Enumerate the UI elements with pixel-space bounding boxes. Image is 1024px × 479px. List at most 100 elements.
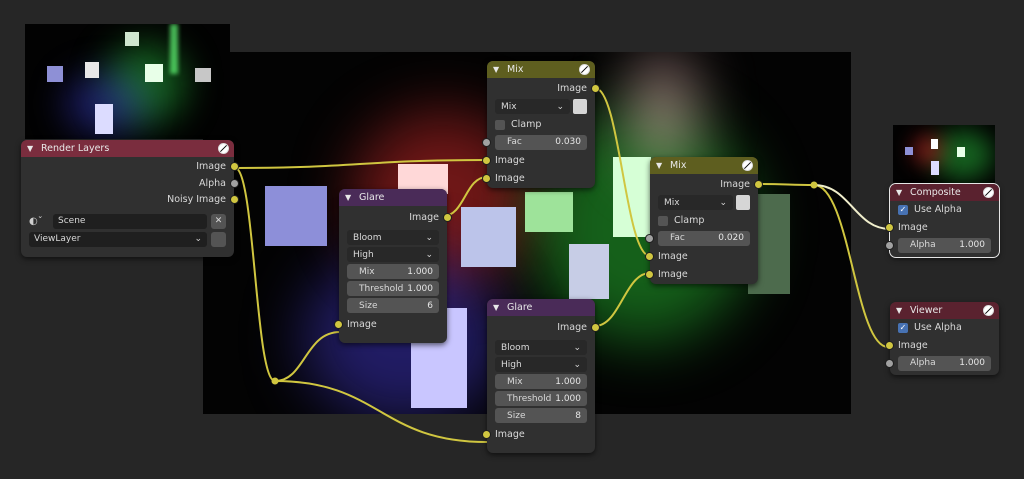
node-header[interactable]: ▼ Mix xyxy=(487,61,595,78)
output-socket[interactable] xyxy=(230,179,239,188)
field-value: 1.000 xyxy=(959,240,985,250)
socket-label: Image xyxy=(658,268,688,280)
input-socket[interactable] xyxy=(645,234,654,243)
input-socket[interactable] xyxy=(482,174,491,183)
output-socket[interactable] xyxy=(591,323,600,332)
chevron-down-icon[interactable]: ▼ xyxy=(345,193,355,202)
alpha-field[interactable]: Alpha 1.000 xyxy=(898,355,991,371)
node-title: Glare xyxy=(359,192,385,203)
chevron-down-icon: ⌄ xyxy=(573,342,581,353)
field-label: Size xyxy=(507,410,526,421)
render-layers-node[interactable]: ▼ Render Layers Image Alpha Noisy Image … xyxy=(21,140,239,257)
clamp-checkbox[interactable]: Clamp xyxy=(650,212,758,229)
size-field[interactable]: Size 8 xyxy=(495,408,587,423)
render-icon[interactable] xyxy=(983,187,994,198)
quality-dropdown[interactable]: High ⌄ xyxy=(495,357,587,372)
output-socket[interactable] xyxy=(754,180,763,189)
output-socket-row: Image xyxy=(487,318,600,336)
checkbox-checked[interactable]: ✓ xyxy=(898,204,908,215)
fac-field[interactable]: Fac 0.030 xyxy=(495,134,587,150)
output-socket[interactable] xyxy=(230,195,239,204)
dropdown-label: Bloom xyxy=(353,232,382,243)
threshold-field[interactable]: Threshold 1.000 xyxy=(347,281,439,296)
link xyxy=(234,167,276,382)
input-socket[interactable] xyxy=(482,156,491,165)
mix-node-1[interactable]: ▼ Mix Image Mix ⌄ Clamp Fac 0.030 Image Im… xyxy=(482,61,600,188)
socket-label: Image xyxy=(720,178,750,190)
input-socket[interactable] xyxy=(885,223,894,232)
use-alpha-checkbox[interactable]: ✓ Use Alpha xyxy=(890,319,999,336)
checkbox[interactable] xyxy=(495,119,505,130)
input-socket-row: Image xyxy=(645,247,758,265)
alpha-field[interactable]: Alpha 1.000 xyxy=(898,237,991,253)
render-icon[interactable] xyxy=(983,305,994,316)
chevron-down-icon[interactable]: ▼ xyxy=(896,188,906,197)
checkbox-checked[interactable]: ✓ xyxy=(898,322,908,333)
mix-field[interactable]: Mix 1.000 xyxy=(347,264,439,279)
chevron-down-icon[interactable]: ▼ xyxy=(493,65,503,74)
fac-field[interactable]: Fac 0.020 xyxy=(658,230,750,246)
mix-field[interactable]: Mix 1.000 xyxy=(495,374,587,389)
checkbox[interactable] xyxy=(658,215,668,226)
socket-label: Image xyxy=(495,428,525,440)
node-header[interactable]: ▼ Glare xyxy=(487,299,595,316)
output-socket[interactable] xyxy=(443,213,452,222)
socket-label: Image xyxy=(557,321,587,333)
input-socket[interactable] xyxy=(885,241,894,250)
chevron-down-icon[interactable]: ▼ xyxy=(27,144,37,153)
composite-node[interactable]: ▼ Composite ✓ Use Alpha Image Alpha 1.000 xyxy=(885,183,1000,258)
input-socket[interactable] xyxy=(482,138,491,147)
glare-type-dropdown[interactable]: Bloom ⌄ xyxy=(347,230,439,245)
output-socket-row: Image xyxy=(21,157,239,175)
mix-node-2[interactable]: ▼ Mix Image Mix ⌄ Clamp Fac 0.020 Image Im… xyxy=(645,157,763,284)
node-header[interactable]: ▼ Glare xyxy=(339,189,447,206)
chevron-down-icon[interactable]: ▼ xyxy=(656,161,666,170)
output-socket[interactable] xyxy=(230,162,239,171)
chevron-down-icon[interactable]: ▼ xyxy=(896,306,906,315)
node-header[interactable]: ▼ Viewer xyxy=(890,302,999,319)
blend-mode-dropdown[interactable]: Mix ⌄ xyxy=(495,99,570,114)
input-socket[interactable] xyxy=(885,341,894,350)
render-icon[interactable] xyxy=(218,143,229,154)
clamp-checkbox[interactable]: Clamp xyxy=(487,116,595,133)
input-socket[interactable] xyxy=(645,270,654,279)
input-socket[interactable] xyxy=(482,430,491,439)
quality-dropdown[interactable]: High ⌄ xyxy=(347,247,439,262)
socket-label: Image xyxy=(347,318,377,330)
blend-mode-dropdown[interactable]: Mix ⌄ xyxy=(658,195,733,210)
node-title: Viewer xyxy=(910,305,943,316)
render-icon[interactable] xyxy=(742,160,753,171)
alpha-toggle-icon[interactable] xyxy=(736,195,750,210)
dropdown-label: High xyxy=(353,249,374,260)
close-icon[interactable]: ✕ xyxy=(211,213,226,229)
socket-label: Image xyxy=(495,154,525,166)
input-socket[interactable] xyxy=(885,359,894,368)
threshold-field[interactable]: Threshold 1.000 xyxy=(495,391,587,406)
node-header[interactable]: ▼ Render Layers xyxy=(21,140,234,157)
glare-type-dropdown[interactable]: Bloom ⌄ xyxy=(495,340,587,355)
node-header[interactable]: ▼ Composite xyxy=(890,184,999,201)
output-socket[interactable] xyxy=(591,84,600,93)
node-header[interactable]: ▼ Mix xyxy=(650,157,758,174)
view-layer-icon[interactable] xyxy=(211,231,226,247)
input-socket[interactable] xyxy=(645,252,654,261)
glare-node-1[interactable]: ▼ Glare Image Bloom ⌄ High ⌄ Mix 1.000 Thre… xyxy=(334,189,452,343)
viewer-node[interactable]: ▼ Viewer ✓ Use Alpha Image Alpha 1.000 xyxy=(885,302,999,375)
size-field[interactable]: Size 6 xyxy=(347,298,439,313)
scene-field[interactable]: Scene xyxy=(53,213,207,229)
dropdown-label: Mix xyxy=(664,197,680,208)
use-alpha-checkbox[interactable]: ✓ Use Alpha xyxy=(890,201,999,218)
input-socket[interactable] xyxy=(334,320,343,329)
output-socket-row: Alpha xyxy=(21,175,239,191)
render-icon[interactable] xyxy=(579,64,590,75)
dropdown-label: Mix xyxy=(501,101,517,112)
glare-node-2[interactable]: ▼ Glare Image Bloom ⌄ High ⌄ Mix 1.000 Thre… xyxy=(482,299,600,453)
link xyxy=(813,184,889,348)
input-socket-row: Image xyxy=(334,315,447,333)
scene-icon[interactable]: ◐ˇ xyxy=(29,216,49,227)
chevron-down-icon[interactable]: ▼ xyxy=(493,303,503,312)
view-layer-dropdown[interactable]: ViewLayer ⌄ xyxy=(29,231,207,247)
alpha-toggle-icon[interactable] xyxy=(573,99,587,114)
field-value: 1.000 xyxy=(959,358,985,368)
node-title: Render Layers xyxy=(41,143,110,154)
